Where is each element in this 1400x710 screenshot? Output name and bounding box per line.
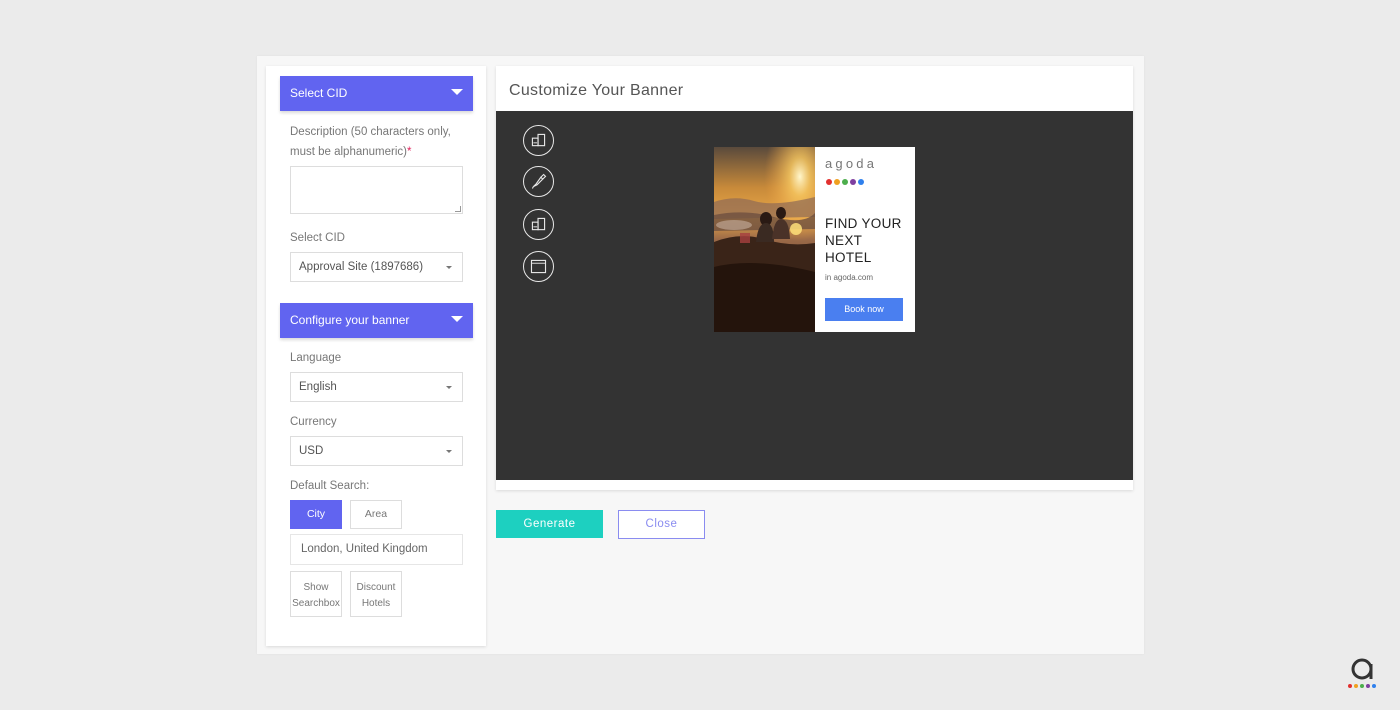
book-now-button[interactable]: Book now bbox=[825, 298, 903, 321]
logo-dot bbox=[826, 179, 832, 185]
chevron-down-icon bbox=[446, 386, 452, 389]
configure-banner-section-header[interactable]: Configure your banner bbox=[280, 303, 473, 338]
toggle-area[interactable]: Area bbox=[350, 500, 402, 529]
close-button[interactable]: Close bbox=[618, 510, 705, 539]
banner-preview-area: agoda FIND YOUR NEXT HOTEL in agoda.com … bbox=[496, 111, 1133, 480]
select-cid-dropdown[interactable]: Approval Site (1897686) bbox=[290, 252, 463, 282]
default-search-label: Default Search: bbox=[290, 480, 370, 492]
logo-dot bbox=[858, 179, 864, 185]
agoda-logo: agoda bbox=[825, 156, 878, 171]
description-label: Description (50 characters only, must be… bbox=[290, 122, 465, 162]
logo-dot bbox=[842, 179, 848, 185]
layout-icon[interactable] bbox=[523, 209, 554, 240]
language-label: Language bbox=[290, 352, 342, 364]
show-searchbox-line1: Show bbox=[303, 582, 329, 593]
language-dropdown[interactable]: English bbox=[290, 372, 463, 402]
agoda-corner-logo-icon bbox=[1347, 656, 1377, 690]
sunset-photo-image bbox=[714, 147, 815, 332]
currency-value: USD bbox=[299, 445, 324, 457]
description-textarea[interactable] bbox=[290, 166, 463, 214]
resize-grip-icon[interactable] bbox=[455, 206, 461, 212]
agoda-logo-dots bbox=[826, 172, 866, 185]
language-value: English bbox=[299, 381, 337, 393]
show-searchbox-option[interactable]: Show Searchbox bbox=[290, 571, 342, 617]
chevron-down-icon bbox=[446, 450, 452, 453]
discount-hotels-line2: Hotels bbox=[361, 598, 391, 609]
required-mark: * bbox=[406, 146, 412, 158]
description-label-text: Description (50 characters only, must be… bbox=[290, 126, 451, 158]
location-field[interactable]: London, United Kingdom bbox=[290, 534, 463, 565]
banner-customizer-card: Customize Your Banner agoda FIND YOUR NE… bbox=[496, 66, 1133, 490]
banner-headline: FIND YOUR NEXT HOTEL bbox=[825, 216, 902, 265]
layout-icon[interactable] bbox=[523, 125, 554, 156]
logo-dot bbox=[850, 179, 856, 185]
caret-down-icon bbox=[451, 89, 463, 95]
configure-header-label: Configure your banner bbox=[290, 313, 410, 327]
select-cid-section-header[interactable]: Select CID bbox=[280, 76, 473, 111]
banner-subline: in agoda.com bbox=[825, 273, 874, 282]
discount-hotels-option[interactable]: Discount Hotels bbox=[350, 571, 402, 617]
discount-hotels-line1: Discount bbox=[356, 582, 396, 593]
page-title: Customize Your Banner bbox=[509, 82, 684, 99]
chevron-down-icon bbox=[446, 266, 452, 269]
toggle-city[interactable]: City bbox=[290, 500, 342, 529]
select-cid-header-label: Select CID bbox=[290, 86, 348, 100]
select-cid-label: Select CID bbox=[290, 232, 345, 244]
banner-preview: agoda FIND YOUR NEXT HOTEL in agoda.com … bbox=[714, 147, 915, 332]
currency-dropdown[interactable]: USD bbox=[290, 436, 463, 466]
currency-label: Currency bbox=[290, 416, 337, 428]
generate-button[interactable]: Generate bbox=[496, 510, 603, 538]
resize-icon[interactable] bbox=[523, 251, 554, 282]
logo-dot bbox=[834, 179, 840, 185]
settings-panel: Select CID Description (50 characters on… bbox=[266, 66, 486, 646]
brush-icon[interactable] bbox=[523, 166, 554, 197]
caret-down-icon bbox=[451, 316, 463, 322]
location-value: London, United Kingdom bbox=[301, 543, 428, 555]
select-cid-value: Approval Site (1897686) bbox=[299, 261, 424, 273]
show-searchbox-line2: Searchbox bbox=[292, 598, 340, 609]
